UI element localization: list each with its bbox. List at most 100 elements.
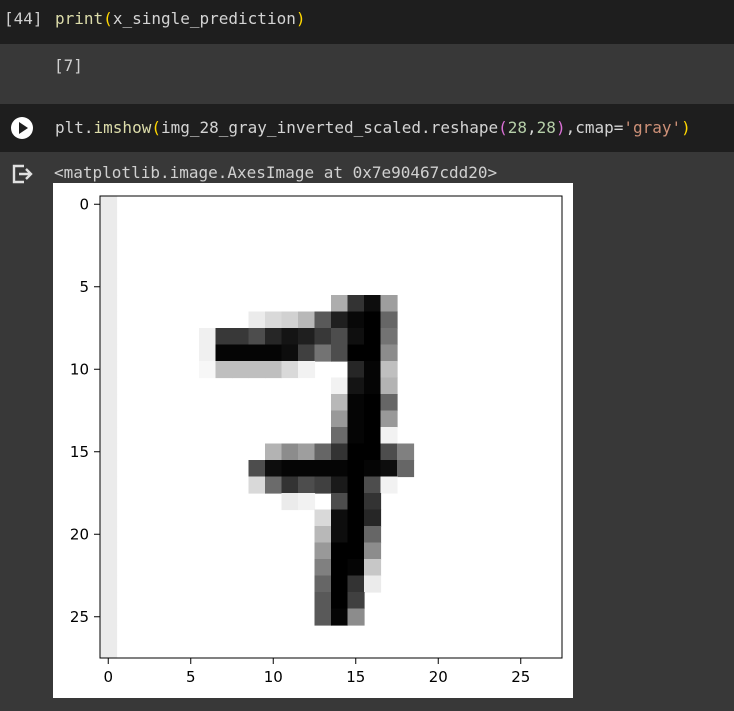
image-pixel [265, 476, 283, 494]
x-tick-label: 5 [186, 668, 196, 686]
image-pixel [199, 328, 217, 346]
image-pixel [281, 344, 299, 362]
image-pixel [100, 443, 118, 461]
image-pixel [265, 443, 283, 461]
image-pixel [314, 559, 332, 577]
image-pixel [100, 509, 118, 527]
x-tick-label: 20 [429, 668, 448, 686]
image-pixel [100, 608, 118, 626]
image-pixel [347, 377, 365, 395]
image-pixel [265, 361, 283, 379]
image-pixel [331, 295, 349, 313]
y-tick-label: 25 [70, 608, 89, 626]
image-pixel [248, 476, 266, 494]
image-pixel [380, 311, 398, 329]
y-tick-label: 20 [70, 525, 89, 543]
image-pixel [100, 262, 118, 280]
code-cell-2[interactable]: plt.imshow(img_28_gray_inverted_scaled.r… [0, 104, 734, 152]
image-pixel [331, 526, 349, 544]
image-pixel [100, 427, 118, 445]
code-line[interactable]: plt.imshow(img_28_gray_inverted_scaled.r… [55, 118, 691, 137]
image-pixel [314, 509, 332, 527]
image-pixel [397, 460, 415, 478]
image-pixel [347, 526, 365, 544]
image-pixel [314, 344, 332, 362]
image-pixel [100, 278, 118, 296]
image-pixel [199, 344, 217, 362]
image-pixel [364, 443, 382, 461]
image-pixel [331, 493, 349, 511]
imshow-plot: 0 5 10 15 20 25 0 5 10 15 20 25 [53, 183, 573, 698]
image-pixel [331, 311, 349, 329]
image-pixel [331, 592, 349, 610]
x-tick-label: 0 [103, 668, 113, 686]
output-arrow-icon[interactable] [10, 163, 34, 185]
image-pixel [347, 410, 365, 428]
image-pixel [331, 509, 349, 527]
image-pixel [331, 443, 349, 461]
image-pixel [347, 394, 365, 412]
image-pixel [298, 361, 316, 379]
image-pixel [347, 509, 365, 527]
code-line[interactable]: print(x_single_prediction) [55, 9, 305, 28]
image-pixel [100, 559, 118, 577]
image-pixel [380, 476, 398, 494]
image-pixel [331, 575, 349, 593]
image-pixel [380, 427, 398, 445]
image-pixel [314, 311, 332, 329]
image-pixel [281, 443, 299, 461]
image-pixel [314, 526, 332, 544]
image-pixel [364, 427, 382, 445]
image-pixel [380, 328, 398, 346]
image-pixel [248, 361, 266, 379]
image-pixel [100, 295, 118, 313]
image-pixel [298, 443, 316, 461]
image-pixel [100, 328, 118, 346]
image-pixel [347, 295, 365, 313]
x-tick-label: 15 [346, 668, 365, 686]
image-pixel [100, 361, 118, 379]
image-pixel [100, 196, 118, 214]
code-cell-1[interactable]: [44] print(x_single_prediction) [0, 0, 734, 44]
image-pixel [364, 311, 382, 329]
image-pixel [100, 460, 118, 478]
image-pixel [298, 328, 316, 346]
image-pixel [364, 377, 382, 395]
image-pixel [314, 328, 332, 346]
image-pixel [347, 493, 365, 511]
image-pixel [364, 559, 382, 577]
image-pixel [248, 460, 266, 478]
image-pixel [380, 377, 398, 395]
axesimage-output: <matplotlib.image.AxesImage at 0x7e90467… [54, 163, 498, 182]
prediction-output: [7] [54, 56, 83, 75]
image-pixel [364, 493, 382, 511]
image-pixel [364, 575, 382, 593]
image-pixel [380, 344, 398, 362]
y-tick-label: 10 [70, 360, 89, 378]
image-pixel [100, 641, 118, 659]
image-pixel [380, 410, 398, 428]
image-pixel [298, 460, 316, 478]
image-pixel [364, 328, 382, 346]
image-pixel [314, 476, 332, 494]
image-pixel [281, 311, 299, 329]
image-pixel [215, 361, 233, 379]
image-pixel [100, 592, 118, 610]
image-pixel [232, 328, 250, 346]
image-pixel [100, 377, 118, 395]
image-pixel [265, 344, 283, 362]
image-pixel [100, 575, 118, 593]
image-pixel [248, 311, 266, 329]
run-cell-button[interactable] [11, 117, 33, 139]
image-pixel [364, 295, 382, 313]
image-pixel [347, 361, 365, 379]
image-pixel [265, 328, 283, 346]
image-pixel [199, 361, 217, 379]
image-pixel [331, 377, 349, 395]
cell-1-output: [7] [0, 44, 734, 104]
image-pixel [215, 344, 233, 362]
image-pixel [314, 443, 332, 461]
image-pixel [314, 608, 332, 626]
image-pixel [364, 394, 382, 412]
image-pixel [100, 394, 118, 412]
